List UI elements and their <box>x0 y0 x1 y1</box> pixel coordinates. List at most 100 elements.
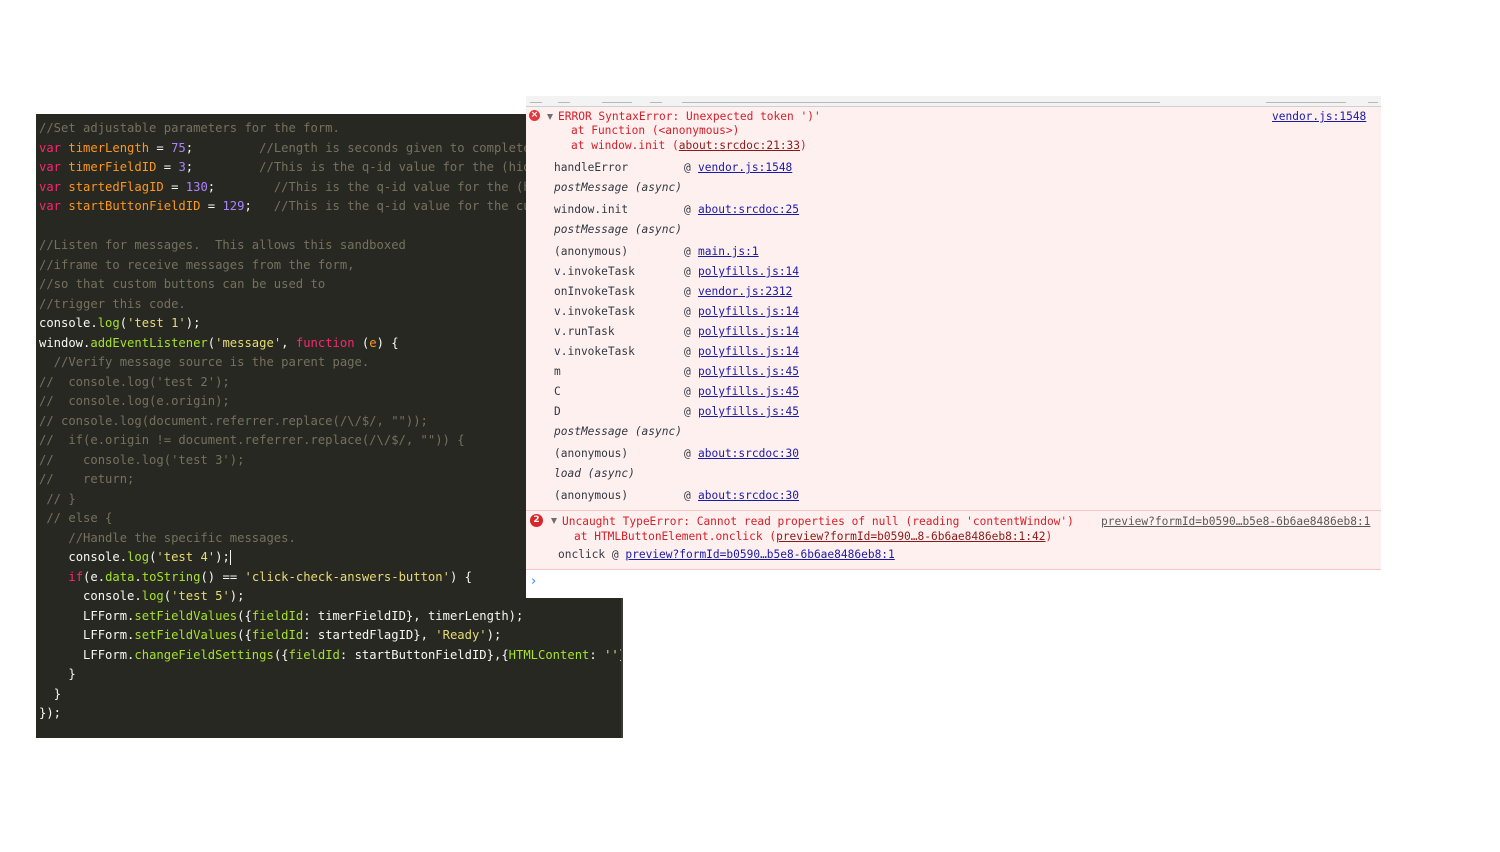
stack-frame-function: (anonymous) <box>554 447 629 460</box>
stack-frame-link[interactable]: about:srcdoc:30 <box>698 447 799 461</box>
code-token: ); <box>229 589 245 603</box>
context-selector[interactable] <box>602 96 632 103</box>
code-token: // return; <box>39 472 135 486</box>
stack-frame-link[interactable]: polyfills.js:14 <box>698 265 799 279</box>
console-prompt[interactable]: › <box>526 570 1381 598</box>
stack-frame-link[interactable]: about:srcdoc:30 <box>698 489 799 503</box>
clear-console-icon[interactable] <box>530 96 542 103</box>
stack-frame-link[interactable]: about:srcdoc:25 <box>698 203 799 217</box>
log-level-dropdown[interactable] <box>1266 96 1346 103</box>
stack-frame-link[interactable]: polyfills.js:14 <box>698 325 799 339</box>
code-token: , <box>281 335 296 350</box>
code-token: //Listen for messages. This allows this … <box>39 238 406 252</box>
code-line: LFForm.setFieldValues({fieldId: startedF… <box>39 626 501 645</box>
code-token: data <box>105 569 135 584</box>
stack-frame-link[interactable]: vendor.js:2312 <box>698 285 792 299</box>
stack-at-line: at window.init (about:srcdoc:21:33) <box>571 139 807 153</box>
code-token: var <box>39 140 69 155</box>
code-token: console. <box>68 550 128 564</box>
expand-triangle-icon[interactable] <box>551 518 557 524</box>
chevron-right-icon: › <box>531 574 537 589</box>
stack-frame-at: @ <box>684 489 691 502</box>
expand-triangle-icon[interactable] <box>547 114 553 120</box>
eye-icon[interactable] <box>650 96 662 103</box>
code-token: timerFieldID <box>68 160 157 174</box>
stack-frame-link[interactable]: polyfills.js:45 <box>698 405 799 419</box>
code-token: window. <box>39 335 91 350</box>
code-line: //Listen for messages. This allows this … <box>39 236 406 255</box>
stack-frame-at: @ <box>684 203 691 216</box>
code-line: if(e.data.toString() == 'click-check-ans… <box>39 568 472 587</box>
code-token: = <box>163 179 186 194</box>
code-token: // console.log(document.referrer.replace… <box>39 413 428 428</box>
code-line: }); <box>39 704 61 723</box>
stack-frame-function: C <box>554 385 561 398</box>
stack-frame-at: @ <box>684 345 691 358</box>
stack-at-link[interactable]: about:srcdoc:21:33 <box>679 139 800 152</box>
stack-frame-link[interactable]: main.js:1 <box>698 245 759 259</box>
code-token: (e. <box>83 569 106 584</box>
console-toolbar <box>526 96 1381 107</box>
code-token: LFForm. <box>83 628 135 642</box>
code-token: //iframe to receive messages from the fo… <box>39 257 355 272</box>
stack-at-link[interactable]: preview?formId=b0590…8-6b6ae8486eb8:1:42 <box>776 530 1045 543</box>
error-source-link[interactable]: preview?formId=b0590…b5e8-6b6ae8486eb8:1 <box>1101 515 1370 529</box>
stack-at-text: at HTMLButtonElement.onclick ( <box>574 530 777 543</box>
code-token: 'click-check-answers-button' <box>244 569 450 584</box>
code-token: // console.log('test 3'); <box>39 452 245 467</box>
code-token: e <box>369 335 377 350</box>
code-token: = <box>156 160 179 174</box>
code-token: setFieldValues <box>134 628 238 642</box>
code-token: 129 <box>222 199 245 213</box>
code-line: LFForm.changeFieldSettings({fieldId: sta… <box>39 646 623 665</box>
onclick-link[interactable]: preview?formId=b0590…b5e8-6b6ae8486eb8:1 <box>625 548 894 561</box>
stack-frame-link[interactable]: vendor.js:1548 <box>698 161 792 175</box>
code-token: () == <box>200 569 245 584</box>
code-line: // console.log('test 2'); <box>39 373 230 392</box>
stack-frame-at: @ <box>684 325 691 338</box>
filter-input[interactable] <box>682 96 1160 103</box>
stack-frame-at: @ <box>684 161 691 174</box>
code-token: . <box>134 569 142 584</box>
code-token: ); <box>486 628 502 642</box>
stack-frame-function: onInvokeTask <box>554 285 635 298</box>
code-token: //This is the q-id value for the (hi <box>273 179 538 194</box>
code-token: //Length is seconds given to complete <box>259 140 531 155</box>
code-line: var startButtonFieldID = 129; //This is … <box>39 197 538 216</box>
code-token: ; <box>244 199 274 213</box>
devtools-console: × ERROR SyntaxError: Unexpected token ')… <box>526 96 1381 598</box>
code-token: ; <box>207 179 274 194</box>
stack-frame-function: v.invokeTask <box>554 305 635 318</box>
code-token: : startButtonFieldID},{ <box>339 647 509 662</box>
settings-gear-icon[interactable] <box>1368 96 1378 103</box>
code-token: 'test 5' <box>171 589 230 603</box>
stack-frame-link[interactable]: polyfills.js:14 <box>698 345 799 359</box>
block-icon[interactable] <box>558 96 570 103</box>
code-line: //iframe to receive messages from the fo… <box>39 256 355 275</box>
stack-frame-function: v.runTask <box>554 325 615 338</box>
code-token: ( <box>119 316 128 330</box>
code-line: //Verify message source is the parent pa… <box>39 353 370 372</box>
code-token: //trigger this code. <box>39 296 186 311</box>
code-token: //Handle the specific messages. <box>68 530 296 545</box>
onclick-line: onclick @ preview?formId=b0590…b5e8-6b6a… <box>558 548 895 562</box>
code-line: console.log('test 4'); <box>39 548 231 567</box>
async-separator: load (async) <box>554 467 635 480</box>
code-line: // console.log('test 3'); <box>39 451 244 470</box>
stack-frame-link[interactable]: polyfills.js:45 <box>698 385 799 399</box>
code-token: 75 <box>171 140 186 155</box>
code-token: ; <box>185 160 260 174</box>
code-line: // console.log(document.referrer.replace… <box>39 412 428 431</box>
code-token: ({ <box>237 628 252 642</box>
stack-at-text: at window.init ( <box>571 139 679 152</box>
stack-frame-link[interactable]: polyfills.js:14 <box>698 305 799 319</box>
stack-frame-link[interactable]: polyfills.js:45 <box>698 365 799 379</box>
stack-frame-function: v.invokeTask <box>554 345 635 358</box>
stack-frame-at: @ <box>684 365 691 378</box>
error-source-link[interactable]: vendor.js:1548 <box>1272 110 1366 124</box>
code-token: 'test 4' <box>156 550 216 564</box>
code-token: // console.log('test 2'); <box>39 374 230 389</box>
